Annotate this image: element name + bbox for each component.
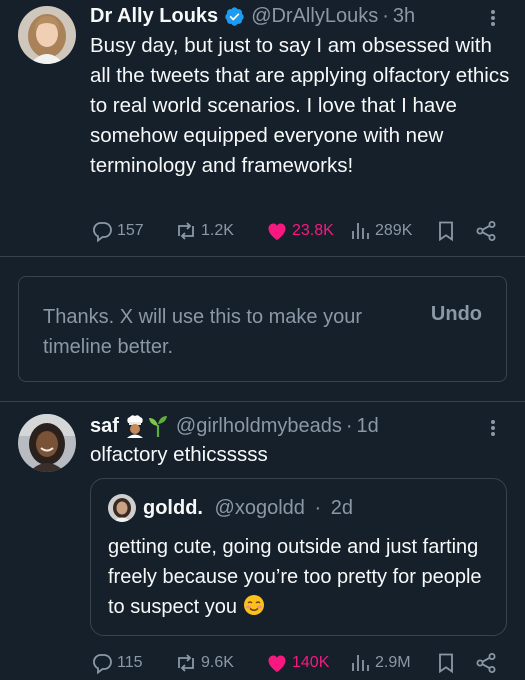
smiling-face-emoji-icon — [243, 594, 265, 625]
bookmark-icon — [439, 653, 453, 674]
timestamp[interactable]: 1d — [357, 413, 379, 439]
tweet-header: Dr Ally Louks @DrAllyLouks · 3h — [90, 3, 415, 29]
reply-icon — [93, 654, 112, 675]
repost-button[interactable]: 1.2K — [174, 217, 234, 245]
tweet-drallylouks[interactable]: Dr Ally Louks @DrAllyLouks · 3h Busy day… — [0, 0, 525, 256]
notice-text: Thanks. X will use this to make your tim… — [43, 306, 363, 358]
reply-icon — [93, 222, 112, 243]
tweet-text: Busy day, but just to say I am obsessed … — [90, 34, 510, 177]
quoted-timestamp[interactable]: 2d — [331, 497, 353, 519]
view-count: 2.9M — [375, 654, 411, 671]
views-button[interactable]: 2.9M — [348, 649, 411, 677]
bookmark-button[interactable] — [434, 649, 461, 677]
avatar[interactable] — [108, 494, 136, 522]
views-icon — [352, 223, 369, 239]
separator-dot: · — [382, 5, 389, 27]
tweet-header: saf @girlholdmybeads · 1d — [90, 413, 379, 439]
quoted-author-handle[interactable]: @xogoldd — [215, 497, 305, 519]
share-button[interactable] — [474, 217, 501, 245]
avatar[interactable] — [18, 414, 76, 472]
author-handle[interactable]: @DrAllyLouks — [251, 3, 378, 29]
quoted-tweet-header: goldd. @xogoldd · 2d — [143, 495, 353, 521]
chef-emoji-icon — [124, 414, 146, 438]
repost-icon — [178, 654, 194, 672]
author-name[interactable]: Dr Ally Louks — [90, 3, 218, 29]
feedback-notice: Thanks. X will use this to make your tim… — [18, 276, 507, 382]
like-button[interactable]: 140K — [265, 649, 329, 677]
repost-icon — [178, 222, 194, 240]
bookmark-button[interactable] — [434, 217, 461, 245]
action-bar: 157 1.2K 23.8K 289K — [90, 217, 505, 245]
share-icon — [476, 653, 496, 673]
reply-button[interactable]: 115 — [90, 649, 143, 677]
more-icon[interactable] — [483, 6, 503, 30]
author-name[interactable]: saf — [90, 413, 119, 439]
author-handle[interactable]: @girlholdmybeads — [176, 413, 342, 439]
seedling-emoji-icon — [148, 415, 168, 437]
avatar[interactable] — [18, 6, 76, 64]
bookmark-icon — [439, 221, 453, 242]
quoted-tweet-text: getting cute, going outside and just far… — [108, 532, 488, 625]
view-count: 289K — [375, 222, 413, 239]
quoted-author-name[interactable]: goldd. — [143, 497, 203, 519]
heart-icon — [268, 655, 286, 672]
views-icon — [352, 655, 369, 671]
undo-button[interactable]: Undo — [431, 303, 482, 326]
repost-count: 1.2K — [201, 222, 234, 239]
separator-dot: · — [345, 415, 353, 437]
action-bar: 115 9.6K 140K 2.9M — [90, 649, 505, 677]
divider — [0, 256, 525, 257]
timestamp[interactable]: 3h — [393, 3, 415, 29]
share-icon — [476, 221, 496, 241]
reply-button[interactable]: 157 — [90, 217, 144, 245]
quoted-tweet[interactable]: goldd. @xogoldd · 2d getting cute, going… — [90, 478, 507, 636]
verified-badge-icon — [224, 6, 245, 27]
repost-count: 9.6K — [201, 654, 234, 671]
like-count: 23.8K — [292, 222, 334, 239]
reply-count: 157 — [117, 222, 144, 239]
separator-dot: · — [314, 497, 322, 519]
heart-icon — [268, 223, 286, 240]
views-button[interactable]: 289K — [348, 217, 412, 245]
more-icon[interactable] — [483, 416, 503, 440]
reply-count: 115 — [117, 654, 143, 671]
tweet-text: olfactory ethicsssss — [90, 443, 268, 466]
like-button[interactable]: 23.8K — [265, 217, 334, 245]
share-button[interactable] — [474, 649, 501, 677]
like-count: 140K — [292, 654, 330, 671]
repost-button[interactable]: 9.6K — [174, 649, 234, 677]
quoted-text: getting cute, going outside and just far… — [108, 536, 482, 618]
